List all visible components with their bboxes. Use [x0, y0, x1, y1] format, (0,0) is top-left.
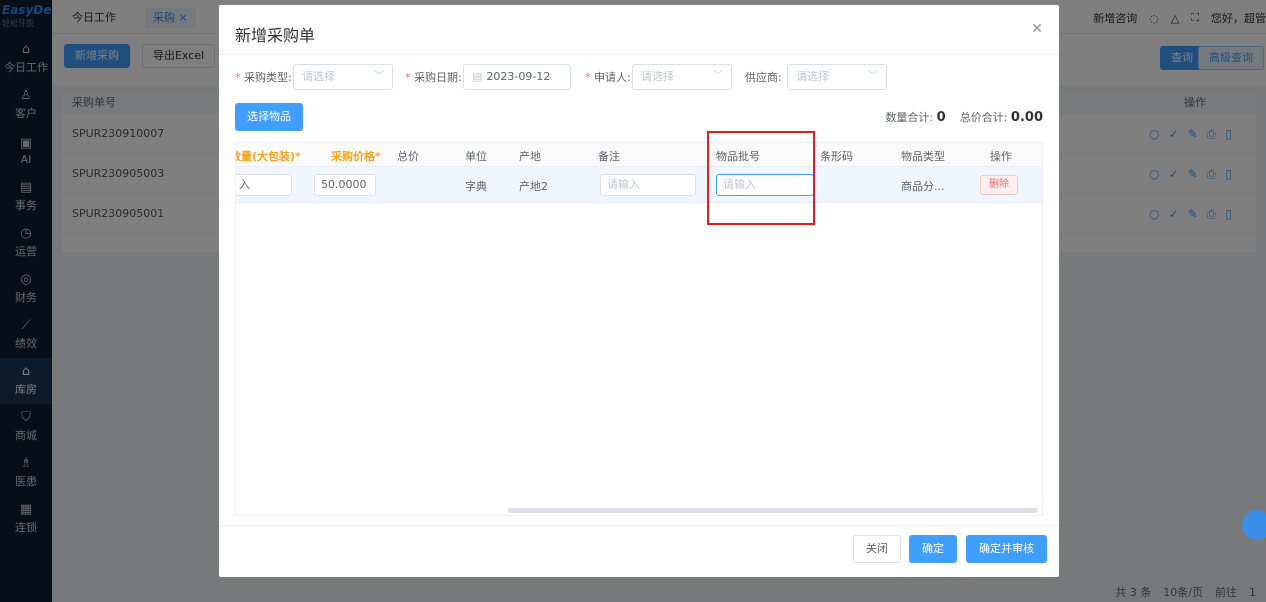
supplier-label: 供应商: [745, 71, 782, 84]
purchase-date-picker[interactable]: ▤ 2023-09-12 [463, 64, 571, 90]
item-type-cell: 商品分... [901, 180, 945, 193]
qty-total-value: 0 [936, 110, 946, 125]
column-qty: 数量(大包装)* [235, 150, 301, 163]
calendar-icon: ▤ [472, 70, 483, 83]
close-button[interactable]: 关闭 [853, 535, 901, 563]
purchase-form: * 采购类型: 请选择 ﹀ * 采购日期: ▤ 2023-09-12 * 申请人: … [235, 64, 1043, 90]
items-table-header: 数量(大包装)* 采购价格* 总价 单位 产地 备注 物品批号 条形码 物品类型… [236, 143, 1042, 167]
column-barcode: 条形码 [820, 150, 853, 163]
divider [219, 525, 1059, 526]
items-table: 数量(大包装)* 采购价格* 总价 单位 产地 备注 物品批号 条形码 物品类型… [235, 142, 1043, 516]
qty-input[interactable]: 入 [236, 174, 292, 196]
help-avatar-icon[interactable] [1242, 510, 1266, 540]
origin-cell: 产地2 [519, 180, 548, 193]
applicant-select[interactable]: 请选择 ﹀ [632, 64, 732, 90]
purchase-type-select[interactable]: 请选择 ﹀ [293, 64, 393, 90]
column-note: 备注 [598, 150, 620, 163]
chevron-down-icon: ﹀ [868, 71, 878, 82]
chevron-down-icon: ﹀ [374, 71, 384, 82]
confirm-audit-button[interactable]: 确定并审核 [966, 535, 1047, 563]
column-price: 采购价格* [331, 150, 381, 163]
column-unit: 单位 [465, 150, 487, 163]
supplier-select[interactable]: 请选择 ﹀ [787, 64, 887, 90]
column-origin: 产地 [519, 150, 541, 163]
applicant-label: * 申请人: [585, 71, 631, 84]
price-input[interactable]: 50.0000 [314, 174, 376, 196]
add-purchase-dialog: 新增采购单 ✕ * 采购类型: 请选择 ﹀ * 采购日期: ▤ 2023-09-12… [219, 5, 1059, 577]
confirm-button[interactable]: 确定 [909, 535, 957, 563]
delete-row-button[interactable]: 删除 [980, 175, 1018, 195]
purchase-type-label: * 采购类型: [235, 71, 292, 84]
highlight-box [707, 131, 815, 225]
dialog-title: 新增采购单 [235, 26, 316, 45]
divider [219, 54, 1059, 55]
table-row: 入 50.0000 字典 产地2 请输入 请输入 商品分... 删除 [236, 167, 1042, 203]
totals: 数量合计: 0 总价合计: 0.00 [885, 109, 1043, 125]
column-total: 总价 [397, 150, 419, 163]
chevron-down-icon: ﹀ [713, 71, 723, 82]
qty-total-label: 数量合计: [885, 111, 934, 124]
column-item-type: 物品类型 [901, 150, 945, 163]
horizontal-scrollbar[interactable] [508, 508, 1038, 513]
price-total-label: 总价合计: [959, 111, 1008, 124]
price-total-value: 0.00 [1010, 110, 1043, 125]
note-input[interactable]: 请输入 [600, 174, 696, 196]
close-icon[interactable]: ✕ [1031, 21, 1043, 37]
unit-cell: 字典 [465, 180, 487, 193]
column-action: 操作 [990, 150, 1012, 163]
purchase-date-label: * 采购日期: [405, 71, 462, 84]
select-items-button[interactable]: 选择物品 [235, 103, 303, 131]
